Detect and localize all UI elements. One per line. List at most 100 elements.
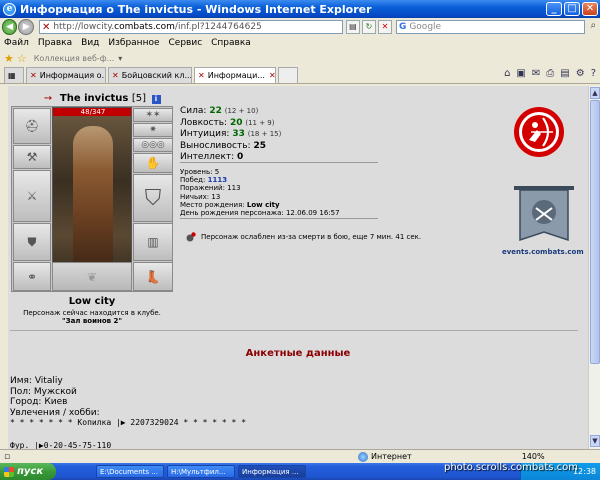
shield-icon: ⛉ <box>144 185 162 211</box>
boots-slot[interactable]: 👢 <box>133 262 173 291</box>
mail-icon[interactable]: ✉ <box>532 68 540 79</box>
tab-close-icon[interactable]: ✕ <box>269 71 275 80</box>
detail-value: Low city <box>246 200 280 209</box>
amulet-slot[interactable]: ✷ <box>133 123 173 137</box>
stat-value: 0 <box>237 152 244 162</box>
private-message-icon[interactable]: ➙ <box>44 93 52 104</box>
equipment-panel: ⛑ ⚒ ⚔ ⛊ ⚭ 48/347 ✶✶ ✷ ◎◎◎ ✋ ⛉ ▥ 👢 ❦ <box>11 106 173 292</box>
detail-label: Поражений: <box>180 184 225 193</box>
stats-divider <box>180 162 378 163</box>
stop-button[interactable]: ✕ <box>377 20 392 34</box>
combats-tab-icon: ✕ <box>112 71 119 80</box>
vertical-scrollbar[interactable]: ▲ ▼ <box>588 86 600 449</box>
weapon-slot[interactable]: ⚔ <box>13 170 51 222</box>
back-button[interactable]: ◀ <box>2 19 18 35</box>
menu-tools[interactable]: Сервис <box>169 38 203 48</box>
window-title: Информация о The invictus - Windows Inte… <box>20 2 372 16</box>
taskbar-item-ie[interactable]: Информация ... <box>238 465 306 478</box>
close-button[interactable]: ✕ <box>582 2 598 16</box>
scroll-down-icon[interactable]: ▼ <box>590 435 600 447</box>
taskbar-item-documents[interactable]: E:\Documents ... <box>96 465 164 478</box>
taskbar-item-cartoons[interactable]: H:\Мультфил... <box>167 465 235 478</box>
security-zone[interactable]: Интернет <box>358 451 412 462</box>
events-link[interactable]: events.combats.com <box>502 248 584 256</box>
shield-slot[interactable]: ⛉ <box>133 174 173 222</box>
add-favorite-icon[interactable]: ☆ <box>17 52 27 65</box>
menu-help[interactable]: Справка <box>211 38 251 48</box>
refresh-button[interactable]: ↻ <box>361 20 376 34</box>
menu-bar: Файл Правка Вид Избранное Сервис Справка <box>0 36 600 50</box>
web-slice-gallery[interactable]: Коллекция веб-ф... <box>34 54 114 63</box>
info-badge-icon[interactable]: i <box>151 95 161 104</box>
dropdown-chevron-icon[interactable]: ▾ <box>118 54 122 63</box>
help-menu-icon[interactable]: ? <box>591 68 596 79</box>
address-toolbar: ◀ ▶ ✕ http://lowcity. combats.com/inf.pl?… <box>0 18 600 36</box>
menu-view[interactable]: Вид <box>81 38 99 48</box>
menu-edit[interactable]: Правка <box>38 38 72 48</box>
stat-bonus: (12 + 10) <box>224 107 259 115</box>
clan-emblem-icon[interactable] <box>513 106 565 158</box>
detail-label: День рождения персонажа: <box>180 209 284 218</box>
tab-label: Бойцовский кл... <box>121 71 192 80</box>
legs-slot[interactable]: ▥ <box>133 223 173 261</box>
character-level: [5] <box>131 93 147 104</box>
print-icon[interactable]: ⎙ <box>546 68 554 79</box>
menu-favorites[interactable]: Избранное <box>108 38 159 48</box>
search-icon[interactable]: ⌕ <box>587 20 600 34</box>
rings-slot[interactable]: ◎◎◎ <box>133 138 173 152</box>
ie-logo-icon: e <box>3 2 16 16</box>
maximize-button[interactable]: □ <box>564 2 580 16</box>
earrings-slot[interactable]: ✶✶ <box>133 108 173 122</box>
detail-level: Уровень: 5 <box>180 168 340 176</box>
start-label: пуск <box>17 466 44 477</box>
tab-info-active[interactable]: ✕ Информаци... ✕ <box>194 67 276 83</box>
detail-losses: Поражений: 113 <box>180 184 340 192</box>
events-banner-icon[interactable] <box>508 184 580 248</box>
character-name: The invictus <box>59 93 129 104</box>
command-bar: ⌂ ▣ ✉ ⎙ ▤ ⚙ ? <box>504 68 596 79</box>
search-placeholder: Google <box>409 22 442 32</box>
tab-label: Информация о... <box>39 71 106 80</box>
search-field[interactable]: G Google <box>395 20 585 34</box>
home-icon[interactable]: ⌂ <box>504 68 510 79</box>
helmet-slot[interactable]: ⛑ <box>13 108 51 144</box>
safety-menu-icon[interactable]: ⚙ <box>576 68 585 79</box>
minimize-button[interactable]: _ <box>546 2 562 16</box>
detail-label: Ничьих: <box>180 192 210 201</box>
gloves-icon: ✋ <box>145 156 161 170</box>
armor-slot[interactable]: ⛊ <box>13 223 51 261</box>
address-field[interactable]: ✕ http://lowcity. combats.com/inf.pl?1244… <box>38 20 343 34</box>
details-divider <box>180 218 378 219</box>
quick-tabs-button[interactable]: ▦ <box>4 67 24 83</box>
belt-slot[interactable]: ⚭ <box>13 262 51 291</box>
profile-name: Имя: Vitaliy <box>10 376 63 386</box>
tab-info-1[interactable]: ✕ Информация о... <box>26 67 106 83</box>
zoom-level[interactable]: 140% <box>522 452 545 461</box>
compat-view-icon[interactable]: ▤ <box>345 20 360 34</box>
favorites-star-icon[interactable]: ★ <box>4 52 14 65</box>
detail-draws: Ничьих: 13 <box>180 193 340 201</box>
start-button[interactable]: пуск <box>0 463 56 480</box>
tab-club[interactable]: ✕ Бойцовский кл... <box>108 67 192 83</box>
scroll-thumb[interactable] <box>590 100 600 364</box>
scroll-up-icon[interactable]: ▲ <box>590 87 600 99</box>
bracers-slot[interactable]: ⚒ <box>13 145 51 169</box>
gloves-slot[interactable]: ✋ <box>133 153 173 173</box>
page-menu-icon[interactable]: ▤ <box>560 68 569 79</box>
detail-value: 5 <box>214 168 220 176</box>
stat-agility: Ловкость: 20 (11 + 9) <box>180 118 281 130</box>
status-bar: ▫ Интернет 140% <box>0 449 600 463</box>
stat-value: 25 <box>253 140 266 151</box>
stat-label: Интеллект: <box>180 152 235 162</box>
menu-file[interactable]: Файл <box>4 38 29 48</box>
forward-button[interactable]: ▶ <box>18 19 34 35</box>
wins-link[interactable]: 1113 <box>208 176 227 184</box>
combats-tab-icon: ✕ <box>198 71 205 80</box>
status-page-icon: ▫ <box>4 451 11 462</box>
new-tab-button[interactable] <box>278 67 298 83</box>
zone-label: Интернет <box>371 452 412 461</box>
club-status: Персонаж сейчас находится в клубе. <box>23 309 161 317</box>
stat-label: Интуиция: <box>180 129 230 139</box>
profile-line: * * * * * * * Копилка |▶ 2207329024 * * … <box>10 418 247 428</box>
feeds-icon[interactable]: ▣ <box>516 68 525 79</box>
